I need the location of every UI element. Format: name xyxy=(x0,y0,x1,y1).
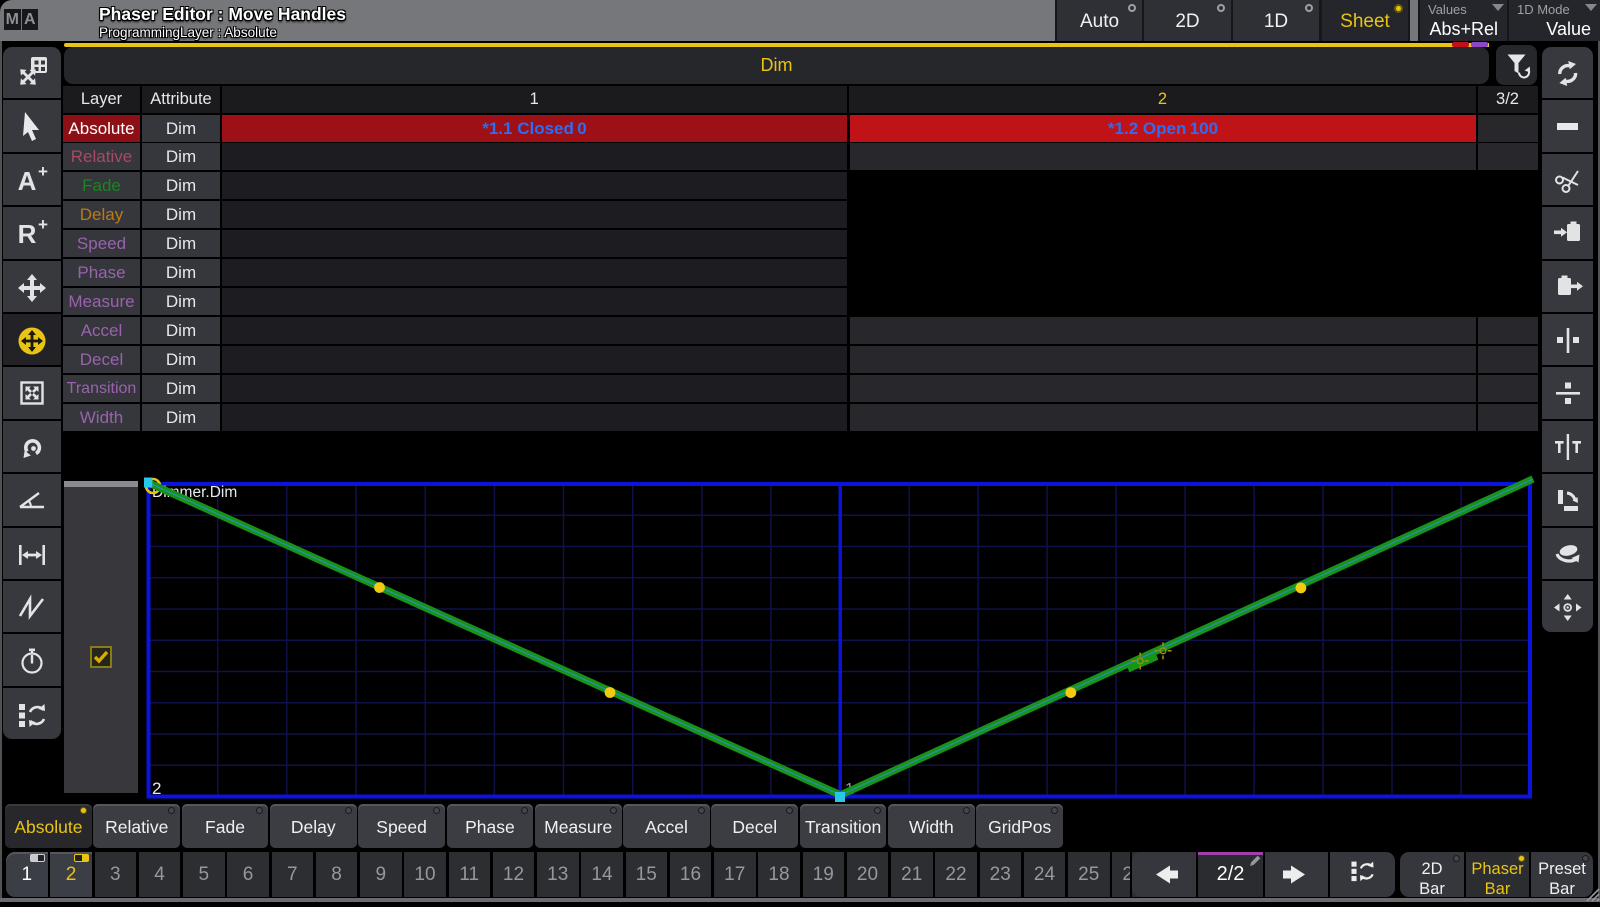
svg-text:A: A xyxy=(18,166,37,196)
svg-text:+: + xyxy=(38,215,48,234)
svg-text:+: + xyxy=(38,162,48,181)
svg-text:R: R xyxy=(18,219,37,249)
svg-text:2: 2 xyxy=(152,779,161,798)
